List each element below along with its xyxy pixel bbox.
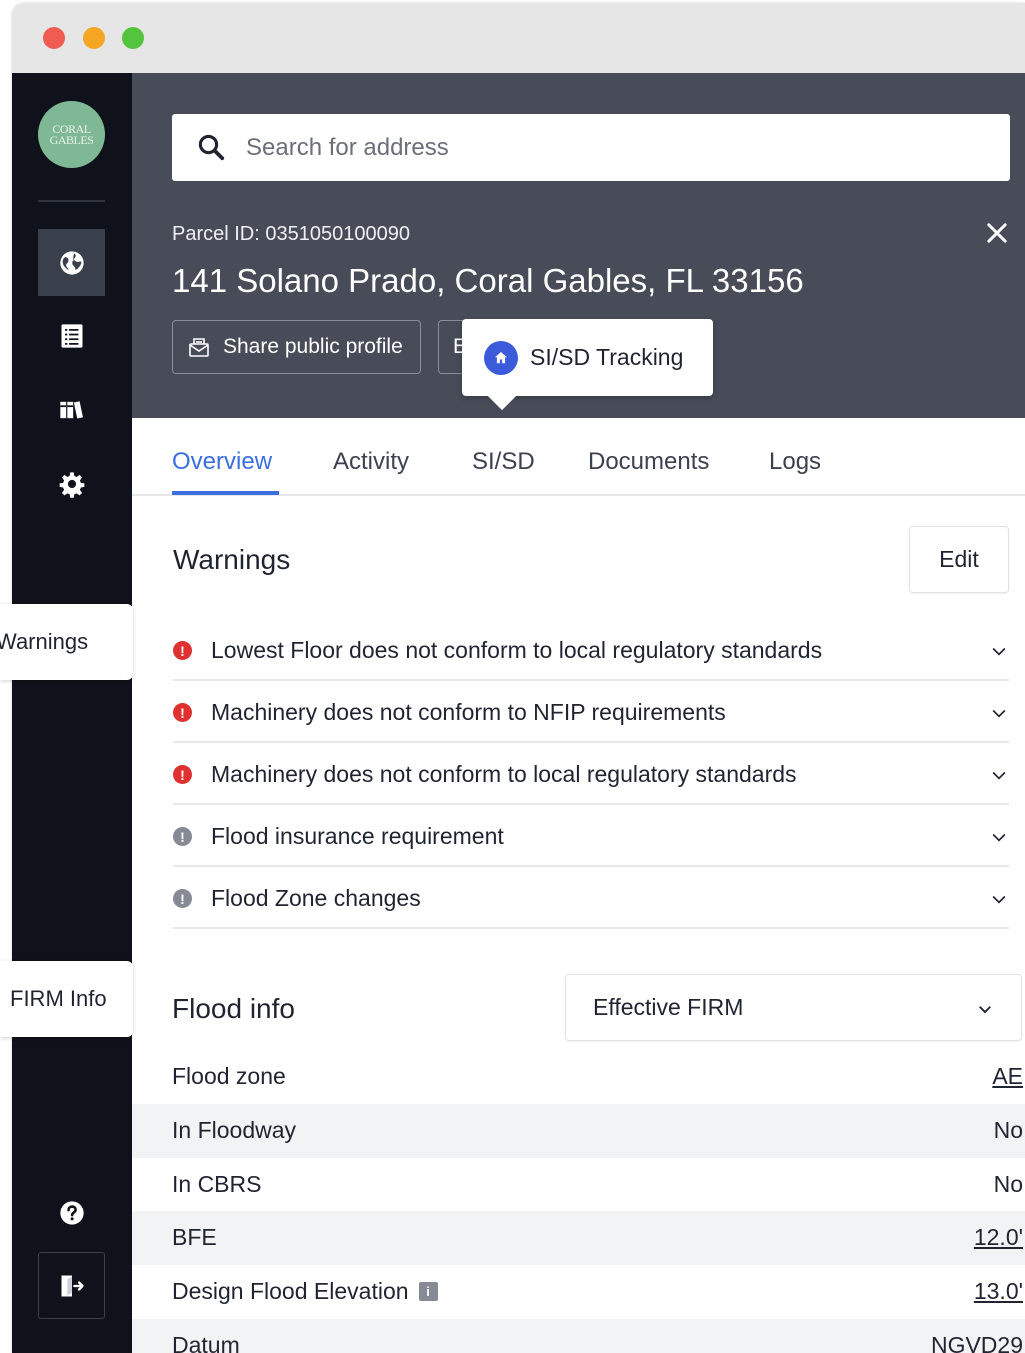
chevron-down-icon[interactable]: [989, 889, 1009, 909]
bfe-label: BFE: [172, 1224, 217, 1250]
close-window-dot[interactable]: [43, 27, 65, 49]
app-window: CORALGABLES Parcel ID: 0351050100090 141…: [12, 3, 1025, 1353]
tooltip-label: SI/SD Tracking: [530, 344, 684, 370]
si-sd-tracking-tooltip: SI/SD Tracking: [462, 319, 713, 396]
property-address: 141 Solano Prado, Coral Gables, FL 33156: [172, 262, 804, 299]
bfe-value[interactable]: 12.0': [974, 1224, 1023, 1251]
logout-button[interactable]: [38, 1252, 105, 1319]
in-floodway-label: In Floodway: [172, 1117, 297, 1143]
gear-icon: [59, 471, 84, 498]
design-flood-elevation-value[interactable]: 13.0': [974, 1278, 1023, 1305]
logo-line-2: GABLES: [49, 132, 94, 147]
warnings-side-label[interactable]: Warnings: [0, 604, 133, 680]
flood-info-row: Datum NGVD29: [132, 1319, 1025, 1353]
warning-item[interactable]: ! Lowest Floor does not conform to local…: [173, 619, 1009, 681]
active-tab-indicator: [172, 491, 279, 495]
share-button-label: Share public profile: [223, 335, 403, 358]
in-cbrs-label: In CBRS: [172, 1171, 262, 1197]
design-flood-elevation-label: Design Flood Elevation i: [172, 1278, 438, 1305]
warning-item[interactable]: ! Machinery does not conform to NFIP req…: [173, 681, 1009, 743]
design-flood-elevation-text: Design Flood Elevation: [172, 1278, 409, 1304]
globe-icon: [59, 250, 84, 275]
minimize-window-dot[interactable]: [83, 27, 105, 49]
flood-zone-value[interactable]: AE: [992, 1063, 1023, 1090]
edit-warnings-button[interactable]: Edit: [909, 526, 1009, 593]
alert-icon: !: [173, 641, 192, 660]
sidebar-divider: [38, 200, 105, 202]
flood-info-row: Design Flood Elevation i 13.0': [132, 1265, 1025, 1319]
firm-select-value: Effective FIRM: [593, 994, 744, 1020]
tab-bar: Overview Activity SI/SD Documents Logs: [132, 418, 1025, 496]
help-icon: [59, 1200, 84, 1225]
info-alert-icon: !: [173, 827, 192, 846]
search-bar[interactable]: [172, 114, 1010, 181]
chevron-down-icon[interactable]: [989, 703, 1009, 723]
share-public-profile-button[interactable]: Share public profile: [172, 320, 421, 374]
list-icon: [61, 323, 82, 348]
in-cbrs-value: No: [993, 1171, 1023, 1197]
alert-icon: !: [173, 765, 192, 784]
sidebar-item-library[interactable]: [38, 376, 105, 443]
chevron-down-icon: [979, 1006, 991, 1014]
warning-text: Lowest Floor does not conform to local r…: [211, 637, 823, 663]
search-input[interactable]: [246, 126, 946, 170]
search-icon: [198, 134, 225, 161]
flood-info-row: In Floodway No: [132, 1104, 1025, 1158]
flood-info-row: In CBRS No: [132, 1158, 1025, 1212]
warning-item[interactable]: ! Flood Zone changes: [173, 867, 1009, 929]
info-icon[interactable]: i: [418, 1282, 438, 1301]
warning-text: Flood Zone changes: [211, 885, 421, 911]
warning-item[interactable]: ! Flood insurance requirement: [173, 805, 1009, 867]
home-icon: [484, 340, 518, 375]
sidebar: CORAL GABLES: [12, 73, 132, 1353]
sidebar-item-map[interactable]: [38, 229, 105, 296]
warning-text: Machinery does not conform to NFIP requi…: [211, 699, 726, 725]
chevron-down-icon[interactable]: [989, 641, 1009, 661]
datum-label: Datum: [172, 1332, 240, 1353]
sidebar-item-settings[interactable]: [38, 450, 105, 517]
warnings-heading: Warnings: [173, 544, 291, 575]
warning-text: Machinery does not conform to local regu…: [211, 761, 797, 787]
sidebar-item-help[interactable]: [38, 1179, 105, 1246]
firm-select[interactable]: Effective FIRM: [565, 974, 1022, 1041]
logout-icon: [61, 1275, 84, 1296]
property-header: Parcel ID: 0351050100090 141 Solano Prad…: [132, 73, 1025, 418]
library-icon: [59, 400, 83, 418]
chevron-down-icon[interactable]: [989, 827, 1009, 847]
warning-text: Flood insurance requirement: [211, 823, 504, 849]
sidebar-item-list[interactable]: [38, 302, 105, 369]
firm-info-side-label[interactable]: FIRM Info: [0, 961, 133, 1037]
tab-activity[interactable]: Activity: [333, 448, 409, 476]
tab-documents[interactable]: Documents: [588, 448, 709, 476]
maximize-window-dot[interactable]: [122, 27, 144, 49]
share-icon: [189, 338, 209, 357]
coral-gables-logo[interactable]: CORAL GABLES: [38, 101, 105, 168]
flood-info-row: BFE 12.0': [132, 1211, 1025, 1265]
flood-info-row: Flood zone AE: [132, 1050, 1025, 1104]
info-alert-icon: !: [173, 889, 192, 908]
tab-logs[interactable]: Logs: [769, 448, 821, 476]
flood-info-heading: Flood info: [172, 993, 295, 1024]
warnings-side-label-text: Warnings: [0, 629, 89, 654]
close-icon[interactable]: [983, 219, 1011, 247]
alert-icon: !: [173, 703, 192, 722]
flood-zone-label: Flood zone: [172, 1063, 286, 1089]
window-titlebar: [12, 3, 1025, 73]
datum-value: NGVD29: [930, 1332, 1023, 1353]
tab-overview[interactable]: Overview: [172, 448, 272, 476]
tab-si-sd[interactable]: SI/SD: [472, 448, 535, 476]
in-floodway-value: No: [993, 1117, 1023, 1143]
warning-item[interactable]: ! Machinery does not conform to local re…: [173, 743, 1009, 805]
firm-info-side-label-text: FIRM Info: [10, 986, 107, 1011]
parcel-id: Parcel ID: 0351050100090: [172, 223, 410, 245]
chevron-down-icon[interactable]: [989, 765, 1009, 785]
